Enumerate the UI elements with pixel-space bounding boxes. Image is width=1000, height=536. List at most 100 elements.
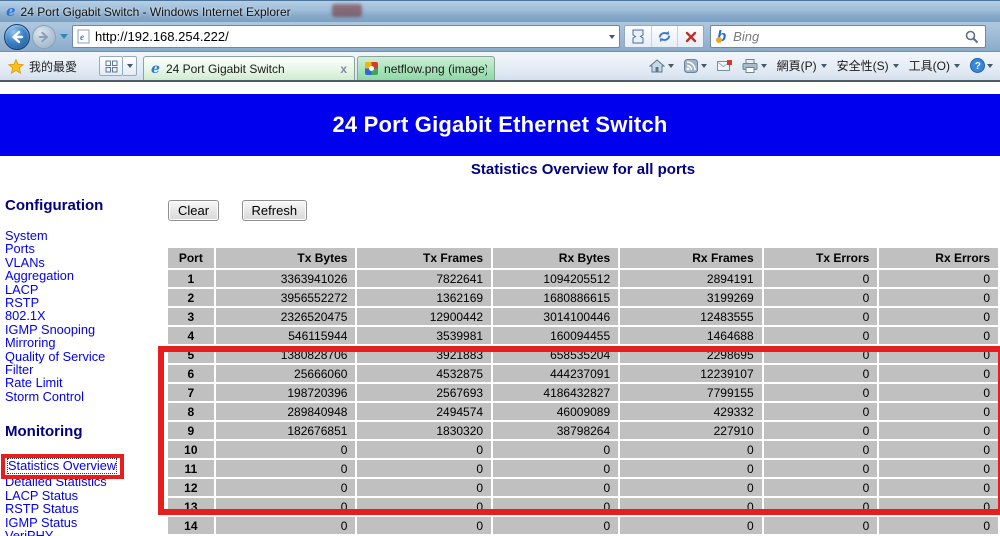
tab-list-dropdown[interactable] [123, 56, 137, 76]
compatibility-page-icon [631, 29, 645, 44]
stat-cell: 289840948 [216, 403, 356, 420]
tab-switch-page[interactable]: e 24 Port Gigabit Switch x [143, 56, 355, 80]
back-button[interactable] [4, 24, 30, 50]
stat-cell: 160094455 [493, 327, 618, 344]
table-row: 2395655227213621691680886615319926900 [168, 289, 998, 306]
feeds-button[interactable] [679, 57, 712, 75]
stat-cell: 0 [764, 308, 878, 325]
stat-cell: 2894191 [620, 270, 762, 287]
sidebar-item-rstp-status[interactable]: RSTP Status [5, 502, 160, 515]
favorites-label[interactable]: 我的最愛 [29, 58, 77, 75]
stat-cell: 0 [357, 441, 491, 458]
url-text[interactable]: http://192.168.254.222/ [95, 29, 609, 44]
forward-button[interactable] [32, 25, 56, 49]
help-menu[interactable]: ? [965, 56, 998, 75]
address-field[interactable]: e http://192.168.254.222/ [72, 25, 620, 48]
sidebar-item-rate-limit[interactable]: Rate Limit [5, 376, 160, 389]
sidebar-item-system[interactable]: System [5, 229, 160, 242]
compatibility-view-button[interactable] [625, 26, 651, 47]
stat-cell: 0 [357, 479, 491, 496]
stat-cell: 3921883 [357, 346, 491, 363]
stat-cell: 2567693 [357, 384, 491, 401]
port-cell: 5 [168, 346, 214, 363]
sidebar-item-ports[interactable]: Ports [5, 242, 160, 255]
port-cell: 14 [168, 517, 214, 534]
tab-label[interactable]: netflow.png (image) [384, 62, 487, 76]
stat-cell: 0 [357, 517, 491, 534]
clear-button[interactable]: Clear [168, 200, 219, 221]
tab-netflow-image[interactable]: netflow.png (image) [357, 56, 495, 80]
sidebar-item-mirroring[interactable]: Mirroring [5, 336, 160, 349]
column-header-rx-errors: Rx Errors [879, 248, 998, 268]
sidebar-item-statistics-overview[interactable]: Statistics Overview [8, 459, 116, 472]
search-placeholder[interactable]: Bing [733, 29, 965, 44]
sidebar-item-igmp-snooping[interactable]: IGMP Snooping [5, 323, 160, 336]
stat-cell: 2298695 [620, 346, 762, 363]
sidebar-item-rstp[interactable]: RSTP [5, 296, 160, 309]
stat-cell: 0 [879, 498, 998, 515]
stat-cell: 658535204 [493, 346, 618, 363]
stat-cell: 0 [357, 460, 491, 477]
stat-cell: 0 [764, 384, 878, 401]
statistics-table: PortTx BytesTx FramesRx BytesRx FramesTx… [166, 246, 1000, 536]
port-cell: 12 [168, 479, 214, 496]
tab-close-icon[interactable]: x [340, 62, 347, 76]
stat-cell: 0 [764, 460, 878, 477]
sidebar-item-igmp-status[interactable]: IGMP Status [5, 516, 160, 529]
annotation-box-selected-link: Statistics Overview [1, 454, 124, 478]
stat-cell: 3014100446 [493, 308, 618, 325]
sidebar-item-storm-control[interactable]: Storm Control [5, 390, 160, 403]
search-icon[interactable] [965, 30, 979, 44]
sidebar-item-quality-of-service[interactable]: Quality of Service [5, 350, 160, 363]
sidebar-item-vlans[interactable]: VLANs [5, 256, 160, 269]
table-row: 13000000 [168, 498, 998, 515]
column-header-rx-bytes: Rx Bytes [493, 248, 618, 268]
page-content: 24 Port Gigabit Ethernet Switch Configur… [0, 80, 1000, 534]
read-mail-button[interactable] [712, 58, 737, 74]
refresh-stats-button[interactable]: Refresh [242, 200, 308, 221]
stat-cell: 0 [216, 460, 356, 477]
image-viewer-pinwheel-icon [365, 62, 378, 75]
stat-cell: 0 [620, 517, 762, 534]
stat-cell: 0 [764, 270, 878, 287]
table-row: 11000000 [168, 460, 998, 477]
stat-cell: 0 [493, 479, 618, 496]
stat-cell: 0 [493, 460, 618, 477]
stop-button[interactable] [677, 26, 703, 47]
sidebar-item-lacp[interactable]: LACP [5, 283, 160, 296]
stat-cell: 0 [620, 441, 762, 458]
sidebar-item-filter[interactable]: Filter [5, 363, 160, 376]
configuration-links: SystemPortsVLANsAggregationLACPRSTP802.1… [5, 229, 160, 403]
print-button[interactable] [737, 57, 772, 75]
search-field[interactable]: b Bing [710, 25, 986, 48]
sidebar-item-802-1x[interactable]: 802.1X [5, 309, 160, 322]
stat-cell: 2494574 [357, 403, 491, 420]
sidebar-item-lacp-status[interactable]: LACP Status [5, 489, 160, 502]
sidebar-item-veriphy[interactable]: VeriPHY [5, 529, 160, 536]
stat-cell: 4532875 [357, 365, 491, 382]
stat-cell: 0 [764, 403, 878, 420]
stat-cell: 25666060 [216, 365, 356, 382]
sidebar-item-aggregation[interactable]: Aggregation [5, 269, 160, 282]
safety-menu[interactable]: 安全性(S) [832, 55, 904, 76]
tools-menu[interactable]: 工具(O) [904, 55, 965, 76]
quick-tabs-button[interactable] [99, 56, 123, 76]
table-row: 918267685118303203879826422791000 [168, 422, 998, 439]
page-menu[interactable]: 網頁(P) [772, 55, 832, 76]
table-header-row: PortTx BytesTx FramesRx BytesRx FramesTx… [168, 248, 998, 268]
stat-cell: 1680886615 [493, 289, 618, 306]
stat-cell: 198720396 [216, 384, 356, 401]
tab-label[interactable]: 24 Port Gigabit Switch [166, 62, 336, 76]
home-button[interactable] [644, 57, 679, 75]
table-row: 10000000 [168, 441, 998, 458]
favorites-button[interactable]: 我的最愛 [2, 58, 85, 80]
refresh-button[interactable] [651, 26, 677, 47]
stat-cell: 0 [764, 517, 878, 534]
port-cell: 7 [168, 384, 214, 401]
address-dropdown-icon[interactable] [609, 35, 615, 39]
command-bar: 網頁(P) 安全性(S) 工具(O) ? [644, 55, 998, 80]
stat-cell: 1094205512 [493, 270, 618, 287]
column-header-tx-errors: Tx Errors [764, 248, 878, 268]
svg-text:?: ? [975, 61, 981, 72]
history-dropdown-icon[interactable] [60, 34, 68, 39]
